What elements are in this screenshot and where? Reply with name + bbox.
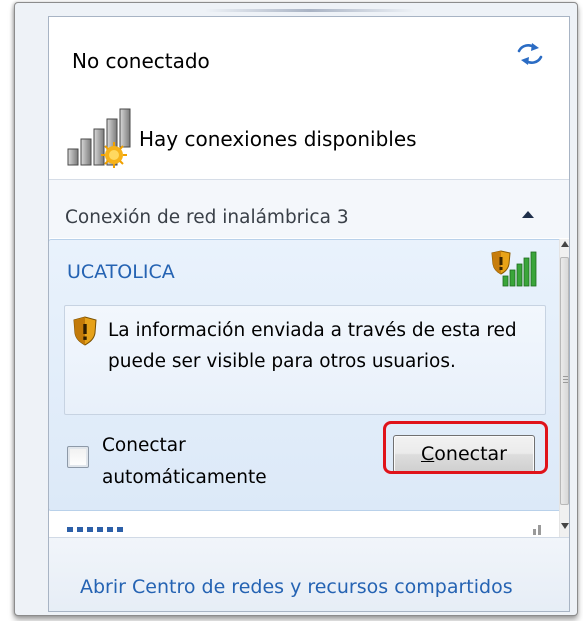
connection-status-title: No conectado [72,49,210,73]
connect-button-label: onectar [434,443,507,465]
scroll-down-arrow-icon[interactable] [561,523,569,529]
vertical-scrollbar[interactable] [559,239,569,537]
network-flyout: No conectado Hay conexiones disponibles … [14,2,578,616]
connection-status-area: No conectado Hay conexiones disponibles [49,17,569,179]
security-warning-text: La información enviada a través de esta … [108,320,517,372]
signal-bars-icon [533,525,541,535]
network-item-ucatolica[interactable]: UCATOLICA La información enviada a travé… [49,239,562,511]
flyout-footer: Abrir Centro de redes y recursos compart… [49,537,569,611]
auto-connect-row: Conectar automáticamente [59,426,359,500]
security-warning-box: La información enviada a través de esta … [64,305,546,415]
shield-warning-icon [73,316,97,346]
wireless-section-label: Conexión de red inalámbrica 3 [65,207,349,228]
network-item-next[interactable] [49,511,559,537]
auto-connect-label[interactable]: Conectar automáticamente [102,430,342,494]
collapse-icon[interactable] [521,210,535,220]
flyout-top-highlight [205,9,415,12]
connect-button-accesskey: C [421,443,435,465]
flyout-content: No conectado Hay conexiones disponibles … [48,16,570,612]
secured-signal-icon [491,250,537,287]
network-name: UCATOLICA [67,261,175,283]
scroll-up-arrow-icon[interactable] [561,241,569,247]
connect-button[interactable]: Conectar [393,435,535,473]
auto-connect-checkbox[interactable] [67,446,89,468]
open-network-center-link[interactable]: Abrir Centro de redes y recursos compart… [80,576,513,598]
network-name-partial [67,527,127,532]
connections-available-text: Hay conexiones disponibles [139,127,417,151]
scrollbar-grip [563,376,568,384]
refresh-icon[interactable] [515,39,545,69]
scrollbar-thumb[interactable] [560,257,569,505]
network-available-icon [67,108,131,168]
wireless-section-header[interactable]: Conexión de red inalámbrica 3 [49,180,569,238]
